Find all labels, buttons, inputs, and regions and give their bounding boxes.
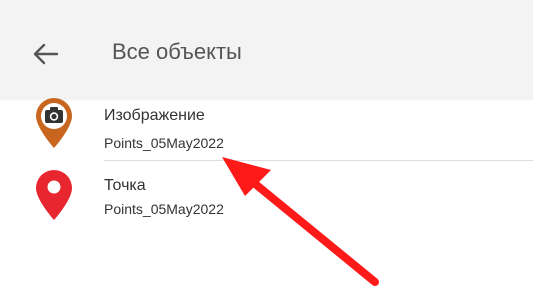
divider	[104, 160, 533, 161]
app-bar: Все объекты	[0, 0, 533, 98]
camera-pin-icon	[36, 98, 72, 148]
arrow-left-icon	[33, 43, 59, 65]
page-title: Все объекты	[112, 39, 242, 64]
item-title: Точка	[104, 177, 146, 194]
map-pin-icon	[36, 170, 72, 220]
item-subtitle: Points_05May2022	[104, 135, 224, 151]
screen: Все объекты Изображение Points_05May2022…	[0, 0, 533, 288]
item-title: Изображение	[104, 107, 205, 124]
list-item[interactable]: Изображение Points_05May2022	[0, 98, 533, 161]
back-button[interactable]	[26, 34, 66, 74]
item-subtitle: Points_05May2022	[104, 201, 224, 217]
list-item[interactable]: Точка Points_05May2022	[0, 162, 533, 224]
